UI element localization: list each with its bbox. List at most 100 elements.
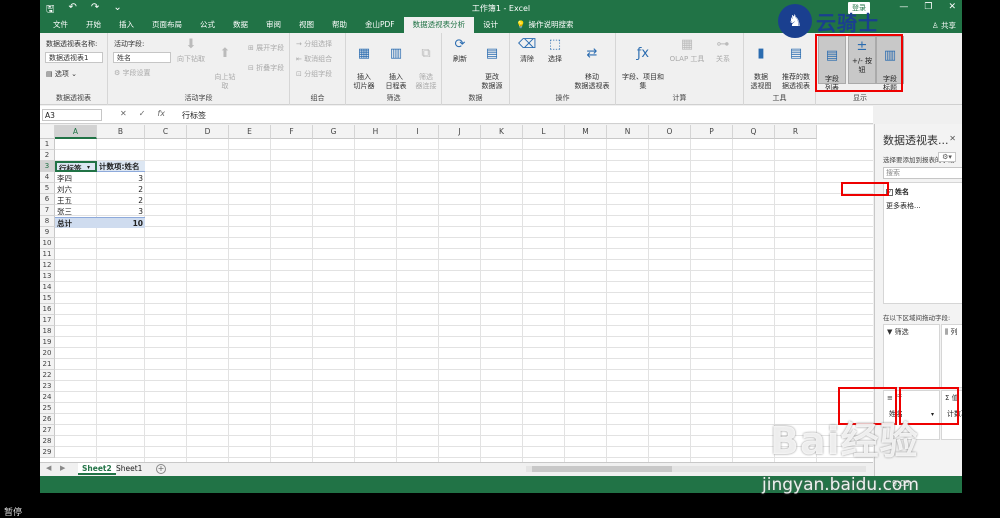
tab-insert[interactable]: 插入 [110, 17, 143, 33]
move-pivot-button[interactable]: ⇄ 移动 数据透视表 [570, 37, 614, 91]
more-tables-link[interactable]: 更多表格... [886, 201, 921, 211]
confirm-icon[interactable]: ✓ [139, 109, 146, 118]
row-header[interactable]: 12 [40, 260, 55, 271]
row-header[interactable]: 22 [40, 370, 55, 381]
tell-me-search[interactable]: 💡 操作说明搜索 [507, 17, 582, 33]
column-header[interactable]: G [313, 125, 355, 139]
fields-items-button[interactable]: ƒx 字段、项目和 集 [620, 37, 666, 91]
select-button[interactable]: ⬚ 选择 [542, 37, 568, 64]
relationships-button[interactable]: ⊶ 关系 [708, 37, 738, 64]
row-header[interactable]: 23 [40, 381, 55, 392]
column-header[interactable]: R [775, 125, 817, 139]
pivot-item-count[interactable]: 3 [97, 173, 145, 184]
row-header[interactable]: 27 [40, 425, 55, 436]
group-field-button[interactable]: ⊡ 分组字段 [296, 69, 332, 79]
column-header[interactable]: F [271, 125, 313, 139]
row-header[interactable]: 6 [40, 194, 55, 205]
filter-connections-button[interactable]: ⧉ 筛选 器连接 [412, 37, 440, 91]
filters-area[interactable]: ▼ 筛选 [883, 324, 940, 388]
cancel-icon[interactable]: ✕ [120, 109, 127, 118]
row-header[interactable]: 1 [40, 139, 55, 150]
tab-pivot-analyze[interactable]: 数据透视表分析 [403, 17, 475, 33]
tab-data[interactable]: 数据 [224, 17, 257, 33]
pivot-item-count[interactable]: 2 [97, 195, 145, 206]
column-header[interactable]: M [565, 125, 607, 139]
tab-file[interactable]: 文件 [44, 17, 77, 33]
row-header[interactable]: 18 [40, 326, 55, 337]
field-item-name[interactable]: ✓ 姓名 [886, 187, 909, 197]
fx-icon[interactable]: fx [157, 109, 165, 118]
column-header[interactable]: B [97, 125, 145, 139]
row-header[interactable]: 8 [40, 216, 55, 227]
gear-icon[interactable]: ⚙▾ [938, 152, 956, 162]
worksheet-grid[interactable]: ABCDEFGHIJKLMNOPQR 1 2 3 4 5 6 7 8 9 10 11 12 13 14 15… [40, 125, 873, 462]
formula-input[interactable]: 行标签 [182, 110, 206, 121]
pivot-value-header[interactable]: 计数项:姓名 [97, 161, 145, 172]
row-header[interactable]: 21 [40, 359, 55, 370]
sheet-tab-sheet1[interactable]: Sheet1 [112, 463, 146, 475]
pivot-item-name[interactable]: 张三 [55, 206, 97, 217]
column-header[interactable]: C [145, 125, 187, 139]
expand-field-button[interactable]: ⊞ 展开字段 [248, 43, 284, 53]
options-button[interactable]: ▤ 选项 ⌄ [46, 69, 77, 79]
tab-kingsoft-pdf[interactable]: 金山PDF [356, 17, 404, 33]
column-header[interactable]: J [439, 125, 481, 139]
refresh-button[interactable]: ⟳ 刷新 [446, 37, 474, 64]
pivot-name-input[interactable]: 数据透视表1 [45, 52, 103, 63]
row-header[interactable]: 13 [40, 271, 55, 282]
pivot-item-name[interactable]: 王五 [55, 195, 97, 206]
pivot-chart-button[interactable]: ▮ 数据 透视图 [746, 37, 776, 91]
tab-view[interactable]: 视图 [290, 17, 323, 33]
row-header[interactable]: 7 [40, 205, 55, 216]
tab-design[interactable]: 设计 [474, 17, 507, 33]
scrollbar-thumb[interactable] [532, 466, 672, 472]
scroll-right-icon[interactable]: ▶ [60, 464, 65, 472]
group-selection-button[interactable]: → 分组选择 [296, 39, 332, 49]
row-header[interactable]: 11 [40, 249, 55, 260]
select-all-corner[interactable] [40, 125, 55, 139]
drill-down-button[interactable]: ⬇ 向下钻取 [176, 37, 206, 64]
column-header[interactable]: P [691, 125, 733, 139]
filter-dropdown-icon[interactable]: ▾ [85, 162, 97, 173]
row-header[interactable]: 17 [40, 315, 55, 326]
row-header[interactable]: 28 [40, 436, 55, 447]
minimize-icon[interactable]: — [899, 2, 908, 12]
column-header[interactable]: H [355, 125, 397, 139]
row-header[interactable]: 9 [40, 227, 55, 238]
tab-page-layout[interactable]: 页面布局 [143, 17, 191, 33]
collapse-field-button[interactable]: ⊟ 折叠字段 [248, 63, 284, 73]
pivot-total-label[interactable]: 总计 [55, 217, 97, 228]
close-icon[interactable]: ✕ [949, 134, 956, 143]
row-header[interactable]: 26 [40, 414, 55, 425]
tab-help[interactable]: 帮助 [323, 17, 356, 33]
share-button[interactable]: ♙ 共享 [932, 20, 956, 31]
insert-timeline-button[interactable]: ▥ 插入 日程表 [382, 37, 410, 91]
row-header[interactable]: 2 [40, 150, 55, 161]
horizontal-scrollbar[interactable] [526, 466, 866, 472]
olap-tools-button[interactable]: ▦ OLAP 工具 [668, 37, 706, 64]
pivot-total-value[interactable]: 10 [97, 217, 145, 228]
row-header[interactable]: 20 [40, 348, 55, 359]
close-icon[interactable]: ✕ [948, 2, 956, 12]
insert-slicer-button[interactable]: ▦ 插入 切片器 [350, 37, 378, 91]
row-header[interactable]: 24 [40, 392, 55, 403]
column-header[interactable]: I [397, 125, 439, 139]
name-box[interactable]: A3 [42, 109, 102, 121]
scroll-left-icon[interactable]: ◀ [46, 464, 51, 472]
column-header[interactable]: L [523, 125, 565, 139]
column-header[interactable]: O [649, 125, 691, 139]
restore-icon[interactable]: ❐ [924, 2, 932, 12]
recommended-pivot-button[interactable]: ▤ 推荐的数 据透视表 [778, 37, 814, 91]
row-header[interactable]: 10 [40, 238, 55, 249]
row-header[interactable]: 25 [40, 403, 55, 414]
column-header[interactable]: N [607, 125, 649, 139]
tab-formulas[interactable]: 公式 [191, 17, 224, 33]
field-search-input[interactable]: 搜索 [883, 167, 962, 179]
column-header[interactable]: K [481, 125, 523, 139]
column-header[interactable]: E [229, 125, 271, 139]
sheet-tab-sheet2[interactable]: Sheet2 [78, 463, 116, 475]
row-header[interactable]: 29 [40, 447, 55, 458]
columns-area[interactable]: ⫼ 列 [941, 324, 962, 388]
tab-home[interactable]: 开始 [77, 17, 110, 33]
column-header[interactable]: A [55, 125, 97, 139]
